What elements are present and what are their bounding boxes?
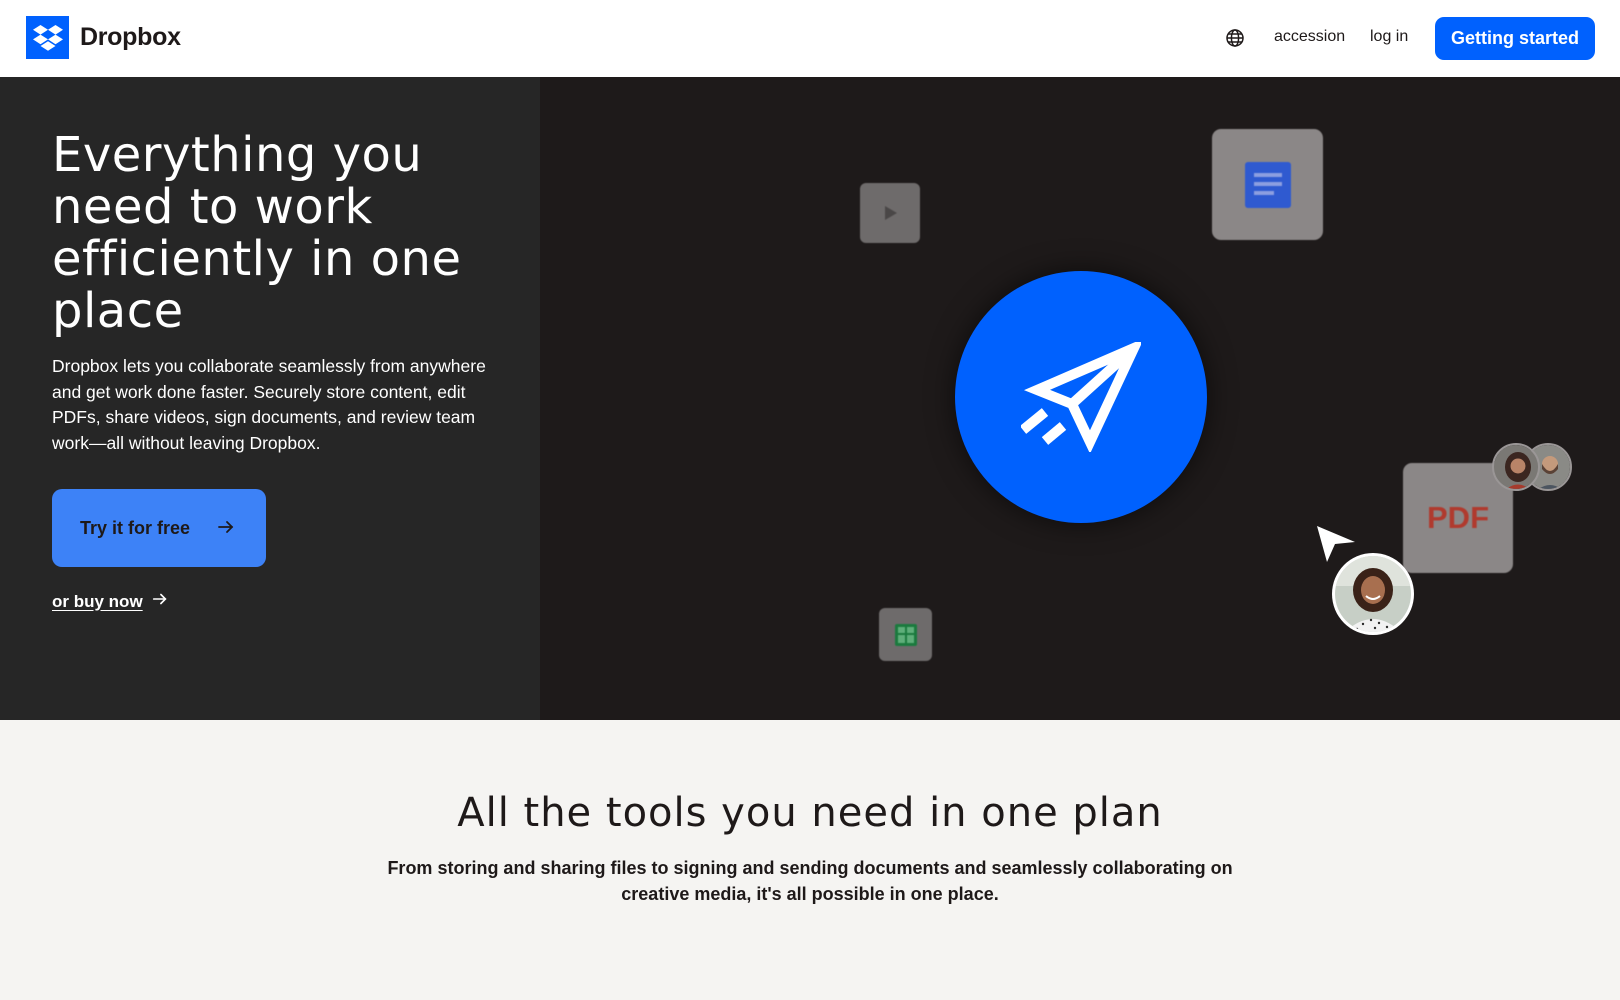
- buy-now-label: or buy now: [52, 591, 143, 611]
- dropbox-logo-icon: [26, 16, 69, 59]
- hero-text-panel: Everything you need to work efficiently …: [0, 77, 540, 720]
- plan-section-title: All the tools you need in one plan: [457, 790, 1163, 836]
- arrow-right-icon: [216, 517, 236, 542]
- top-navigation-bar: Dropbox accession log in Getting started: [0, 0, 1620, 77]
- paper-plane-icon: [955, 271, 1207, 523]
- getting-started-button[interactable]: Getting started: [1435, 17, 1595, 60]
- nav-link-accession[interactable]: accession: [1274, 28, 1345, 46]
- brand-name: Dropbox: [80, 23, 181, 51]
- document-icon: [1212, 129, 1323, 240]
- nav-link-login[interactable]: log in: [1370, 28, 1408, 46]
- hero-description: Dropbox lets you collaborate seamlessly …: [52, 356, 486, 453]
- try-for-free-button[interactable]: Try it for free: [52, 489, 266, 567]
- avatar: [1492, 443, 1540, 491]
- hero-illustration: PDF: [540, 77, 1620, 720]
- globe-icon[interactable]: [1224, 27, 1246, 49]
- video-play-icon: [860, 183, 920, 243]
- hero-title: Everything you need to work efficiently …: [52, 127, 462, 339]
- spreadsheet-icon: [879, 608, 932, 661]
- plan-section-description: From storing and sharing files to signin…: [387, 858, 1233, 904]
- pdf-label: PDF: [1427, 500, 1489, 535]
- buy-now-link[interactable]: or buy now: [52, 590, 169, 613]
- avatar: [1332, 553, 1414, 635]
- dropbox-logo[interactable]: Dropbox: [26, 16, 181, 59]
- try-for-free-label: Try it for free: [80, 517, 191, 538]
- arrow-right-icon: [151, 590, 169, 613]
